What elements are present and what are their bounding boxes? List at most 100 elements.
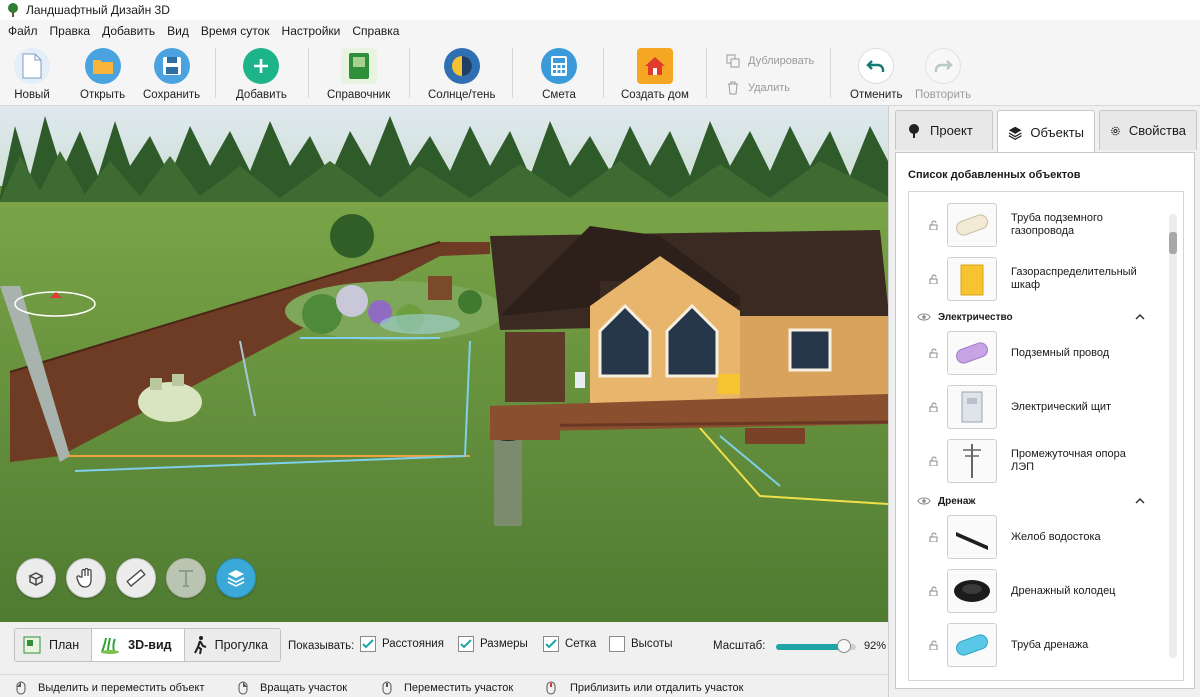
list-item[interactable]: Дренажный колодец (909, 564, 1159, 618)
list-scrollbar[interactable] (1169, 214, 1177, 658)
tab-project-label: Проект (930, 123, 973, 138)
text-tool[interactable] (166, 558, 206, 598)
redo-button[interactable]: Повторить (915, 48, 971, 101)
checkbox-checked-icon (360, 636, 376, 652)
unlock-icon[interactable] (929, 274, 939, 284)
tab-objects[interactable]: Объекты (997, 110, 1095, 154)
reference-label: Справочник (327, 89, 391, 101)
power-pole-icon (947, 439, 997, 483)
calculator-icon (541, 48, 577, 84)
estimate-button[interactable]: Смета (541, 48, 577, 101)
menu-time-of-day[interactable]: Время суток (195, 24, 276, 38)
gear-icon (1111, 126, 1120, 135)
checkbox-unchecked-icon (609, 636, 625, 652)
list-item[interactable]: Труба подземного газопровода (909, 198, 1159, 252)
new-button[interactable]: Новый (14, 48, 50, 101)
distances-checkbox[interactable]: Расстояния (360, 636, 444, 652)
right-panel: Проект Объекты Свойства Список добавленн… (888, 106, 1200, 697)
show-label: Показывать: (288, 640, 355, 652)
undo-button[interactable]: Отменить (850, 48, 903, 101)
ruler-tool[interactable] (116, 558, 156, 598)
unlock-icon[interactable] (929, 402, 939, 412)
unlock-icon[interactable] (929, 586, 939, 596)
list-item-label: Труба подземного газопровода (1011, 212, 1103, 237)
tab-project[interactable]: Проект (895, 110, 993, 150)
sun-shadow-button[interactable]: Солнце/тень (428, 48, 495, 101)
unlock-icon[interactable] (929, 456, 939, 466)
eye-icon[interactable] (917, 496, 931, 506)
3d-viewport[interactable] (0, 106, 888, 622)
list-item[interactable]: Газораспределительный шкаф (909, 252, 1159, 306)
objects-list[interactable]: Труба подземного газопровода Газораспред… (908, 191, 1184, 681)
eye-icon[interactable] (917, 312, 931, 322)
hint-rotate-label: Вращать участок (260, 682, 348, 694)
viewport-tools (16, 558, 256, 598)
plan-view-button[interactable]: План (15, 629, 93, 661)
unlock-icon[interactable] (929, 220, 939, 230)
reference-button[interactable]: Справочник (327, 48, 390, 101)
floppy-disk-icon (153, 48, 190, 84)
trash-icon (728, 81, 738, 95)
create-house-button[interactable]: Создать дом (621, 48, 689, 101)
list-item[interactable]: Промежуточная опора ЛЭП (909, 434, 1159, 488)
app-logo-icon (8, 3, 18, 17)
save-button[interactable]: Сохранить (143, 48, 200, 101)
scrollbar-thumb[interactable] (1169, 232, 1177, 254)
tab-objects-label: Объекты (1030, 125, 1084, 140)
tree-icon (909, 123, 919, 138)
open-button[interactable]: Открыть (80, 48, 125, 101)
scale-slider-knob[interactable] (836, 639, 851, 653)
menu-edit[interactable]: Правка (44, 24, 97, 38)
list-item-label: Электрический щит (1011, 400, 1112, 413)
delete-button[interactable]: Удалить (726, 81, 790, 95)
group-header-electricity[interactable]: Электричество (909, 308, 1159, 326)
bottom-controls: План 3D-вид Прогулка Показывать: Расстоя… (0, 622, 888, 674)
unlock-icon[interactable] (929, 640, 939, 650)
objects-list-title: Список добавленных объектов (908, 169, 1081, 181)
list-item-label: Дренажный колодец (1011, 584, 1116, 597)
house-icon (636, 48, 673, 84)
scale-slider[interactable] (776, 639, 856, 653)
unlock-icon[interactable] (929, 532, 939, 542)
create-house-label: Создать дом (621, 89, 689, 101)
toolbar-separator (830, 48, 831, 98)
pan-hand-tool[interactable] (66, 558, 106, 598)
menu-help[interactable]: Справка (346, 24, 405, 38)
duplicate-button[interactable]: Дублировать (726, 54, 814, 68)
list-item[interactable]: Подземный провод (909, 326, 1159, 380)
layers-tool[interactable] (216, 558, 256, 598)
hint-pan: Переместить участок (382, 681, 513, 695)
list-item[interactable]: Труба дренажа (909, 618, 1159, 672)
open-label: Открыть (80, 89, 126, 101)
grid-checkbox[interactable]: Сетка (543, 636, 596, 652)
checkbox-checked-icon (543, 636, 559, 652)
3d-view-button[interactable]: 3D-вид (92, 629, 185, 661)
add-object-tool[interactable] (16, 558, 56, 598)
chevron-up-icon[interactable] (1135, 497, 1145, 505)
layers-icon (1008, 126, 1022, 140)
walk-view-button[interactable]: Прогулка (184, 629, 281, 661)
3d-view-label: 3D-вид (128, 638, 172, 652)
add-button[interactable]: Добавить (236, 48, 287, 101)
list-item[interactable]: Электрический щит (909, 380, 1159, 434)
tab-properties[interactable]: Свойства (1099, 110, 1197, 150)
menu-file[interactable]: Файл (2, 24, 44, 38)
duplicate-label: Дублировать (748, 55, 815, 67)
redo-arrow-icon (925, 48, 962, 84)
scale-value: 92% (864, 640, 887, 652)
chevron-up-icon[interactable] (1135, 313, 1145, 321)
panel-tabs: Проект Объекты Свойства (895, 110, 1197, 154)
list-item-label: Промежуточная опора ЛЭП (1011, 448, 1126, 473)
walking-person-icon (193, 636, 206, 655)
group-header-drainage[interactable]: Дренаж (909, 492, 1159, 510)
unlock-icon[interactable] (929, 348, 939, 358)
menu-settings[interactable]: Настройки (276, 24, 347, 38)
list-item[interactable]: Желоб водостока (909, 510, 1159, 564)
estimate-label: Смета (542, 89, 576, 101)
menu-view[interactable]: Вид (161, 24, 195, 38)
sizes-checkbox[interactable]: Размеры (458, 636, 528, 652)
menu-add[interactable]: Добавить (96, 24, 161, 38)
heights-checkbox[interactable]: Высоты (609, 636, 673, 652)
hint-zoom-label: Приблизить или отдалить участок (570, 682, 744, 694)
toolbar-separator (706, 48, 707, 98)
